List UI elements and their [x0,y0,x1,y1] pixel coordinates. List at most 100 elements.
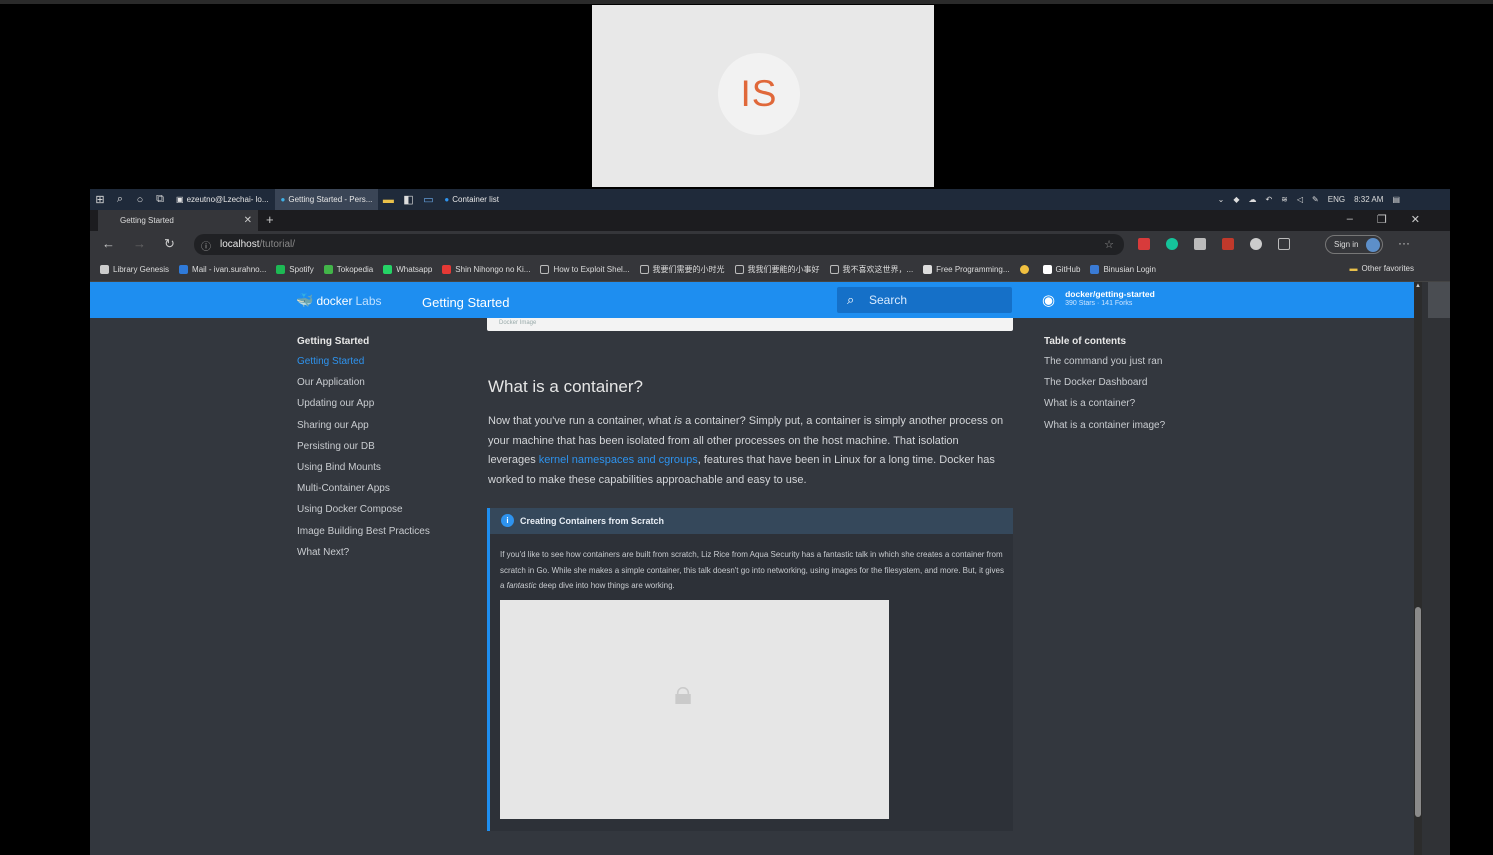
toc-title: Table of contents [1044,336,1127,347]
search-icon[interactable]: ⌕ [110,189,130,210]
bookmark-item[interactable]: Tokopedia [323,265,373,274]
address-bar-row: ← → ↻ ⓘ localhost/tutorial/ ☆ Sign in ··… [90,231,1450,258]
bookmark-item[interactable]: Shin Nihongo no Ki... [442,265,530,274]
volume-icon[interactable]: ◁ [1297,195,1303,204]
favorite-star-icon[interactable]: ☆ [1104,238,1114,251]
embedded-video[interactable]: 🔒︎ [500,600,889,819]
folder-icon[interactable]: ▬ [378,189,398,210]
bookmark-item[interactable]: Binusian Login [1090,265,1156,274]
mail-icon[interactable]: ▭ [418,189,438,210]
docker-tray-icon[interactable]: ◆ [1233,195,1239,204]
notification-icon[interactable]: ▤ [1392,195,1400,204]
toc-link[interactable]: The Docker Dashboard [1044,377,1165,388]
bookmark-item[interactable]: Library Genesis [100,265,169,274]
bookmark-item[interactable]: Free Programming... [923,265,1010,274]
kernel-namespaces-link[interactable]: kernel namespaces and cgroups [539,454,698,466]
nav-section-title: Getting Started [297,336,370,347]
bookmark-item[interactable]: 我要们需要的小时光 [639,264,725,275]
toc-link[interactable]: What is a container image? [1044,420,1165,431]
chevron-up-icon[interactable]: ⌄ [1218,195,1225,204]
browser-tab[interactable]: Getting Started ✕ [98,210,258,231]
top-strip [0,0,1493,4]
repo-link[interactable]: ◉ docker/getting-started 390 Stars · 141… [1042,289,1155,309]
toc-link[interactable]: What is a container? [1044,398,1165,409]
nav-link[interactable]: What Next? [297,547,430,558]
other-favorites-folder[interactable]: ▬ Other favorites [1350,264,1414,273]
task-view-icon[interactable]: ⧉ [150,189,170,210]
close-window-icon[interactable]: ✕ [1411,213,1420,226]
bookmark-item[interactable]: Whatsapp [383,265,432,274]
scroll-up-icon[interactable]: ▲ [1415,283,1421,289]
article: What is a container? Now that you've run… [488,377,1008,490]
adblock-icon[interactable] [1222,238,1234,250]
bookmark-item[interactable]: 我我们要能的小事好 [734,264,820,275]
pen-icon[interactable]: ✎ [1312,195,1319,204]
language-indicator[interactable]: ENG [1328,195,1345,204]
taskbar-app-edge[interactable]: ● Getting Started - Pers... [274,189,379,210]
forward-icon[interactable]: → [133,236,146,252]
nav-link[interactable]: Using Bind Mounts [297,462,430,473]
minimize-icon[interactable]: – [1347,213,1353,226]
extension-icon[interactable] [1194,238,1206,250]
toc-link[interactable]: The command you just ran [1044,356,1165,367]
refresh-icon[interactable]: ↻ [164,236,175,252]
bookmark-favicon-icon [1042,265,1052,274]
bookmark-favicon-icon [1090,265,1100,274]
bookmark-item[interactable]: GitHub [1042,265,1080,274]
sign-in-button[interactable]: Sign in [1325,235,1383,254]
nav-link[interactable]: Using Docker Compose [297,504,430,515]
terminal-icon: ▣ [176,195,184,204]
extension-icon[interactable] [1138,238,1150,250]
nav-link[interactable]: Updating our App [297,398,430,409]
windows-start-icon[interactable]: ⊞ [90,189,110,210]
system-tray: ⌄ ◆ ☁ ↶ ≋ ◁ ✎ ENG 8:32 AM ▤ [1218,189,1400,210]
store-icon[interactable]: ◧ [398,189,418,210]
bookmark-item[interactable]: 我不喜欢这世界，... [829,264,913,275]
close-tab-icon[interactable]: ✕ [244,215,252,226]
windows-taskbar: ⊞ ⌕ ○ ⧉ ▣ ezeutno@Lzechai- lo... ● Getting… [90,189,1450,210]
search-input[interactable]: ⌕ Search [837,287,1012,313]
nav-link[interactable]: Getting Started [297,356,430,367]
bookmark-item[interactable]: Mail - ivan.surahno... [179,265,266,274]
taskbar-app-terminal[interactable]: ▣ ezeutno@Lzechai- lo... [170,189,275,210]
image-badge: Docker Image [499,320,537,326]
nav-link[interactable]: Image Building Best Practices [297,526,430,537]
docker-tutorial-page: 🐳 docker Labs Getting Started ⌕ Search ◉ … [90,282,1414,855]
nav-link[interactable]: Sharing our App [297,420,430,431]
back-icon[interactable]: ← [102,236,115,252]
profile-avatar [1366,238,1380,252]
restore-icon[interactable]: ❐ [1377,213,1387,226]
extension-icon[interactable] [1250,238,1262,250]
sidebar-block [1428,282,1450,318]
admonition-text: If you'd like to see how containers are … [500,550,1004,590]
bookmark-favicon-icon [923,265,933,274]
url-input[interactable]: ⓘ localhost/tutorial/ ☆ [194,234,1124,255]
site-header: 🐳 docker Labs Getting Started ⌕ Search ◉ … [90,282,1414,318]
nav-link[interactable]: Multi-Container Apps [297,483,430,494]
nav-link[interactable]: Our Application [297,377,430,388]
wifi-icon[interactable]: ≋ [1281,195,1288,204]
browser-sidebar [1422,282,1450,855]
nav-link[interactable]: Persisting our DB [297,441,430,452]
cortana-icon[interactable]: ○ [130,189,150,210]
grammarly-icon[interactable] [1166,238,1178,250]
collections-icon[interactable] [1278,238,1290,250]
scrollbar-thumb[interactable] [1415,607,1421,817]
lock-icon: 🔒︎ [674,674,693,712]
image-card-bottom: Docker Image [487,318,1013,331]
new-tab-button[interactable]: + [266,212,274,227]
docker-labs-logo[interactable]: 🐳 docker Labs [296,292,382,309]
info-icon[interactable]: ⓘ [201,238,211,253]
more-menu-icon[interactable]: ··· [1398,236,1410,250]
taskbar-app-docker[interactable]: ● Container list [438,189,505,210]
bookmark-item[interactable] [1019,265,1033,274]
bookmark-item[interactable]: Spotify [276,265,314,274]
extensions [1138,238,1290,250]
edge-icon: ● [280,195,286,204]
bookmark-item[interactable]: How to Exploit Shel... [540,265,630,274]
sync-icon[interactable]: ↶ [1265,195,1272,204]
github-icon: ◉ [1042,292,1056,309]
clock[interactable]: 8:32 AM [1354,195,1383,204]
page-scrollbar[interactable]: ▲ [1414,282,1422,855]
cloud-icon[interactable]: ☁ [1248,195,1256,204]
